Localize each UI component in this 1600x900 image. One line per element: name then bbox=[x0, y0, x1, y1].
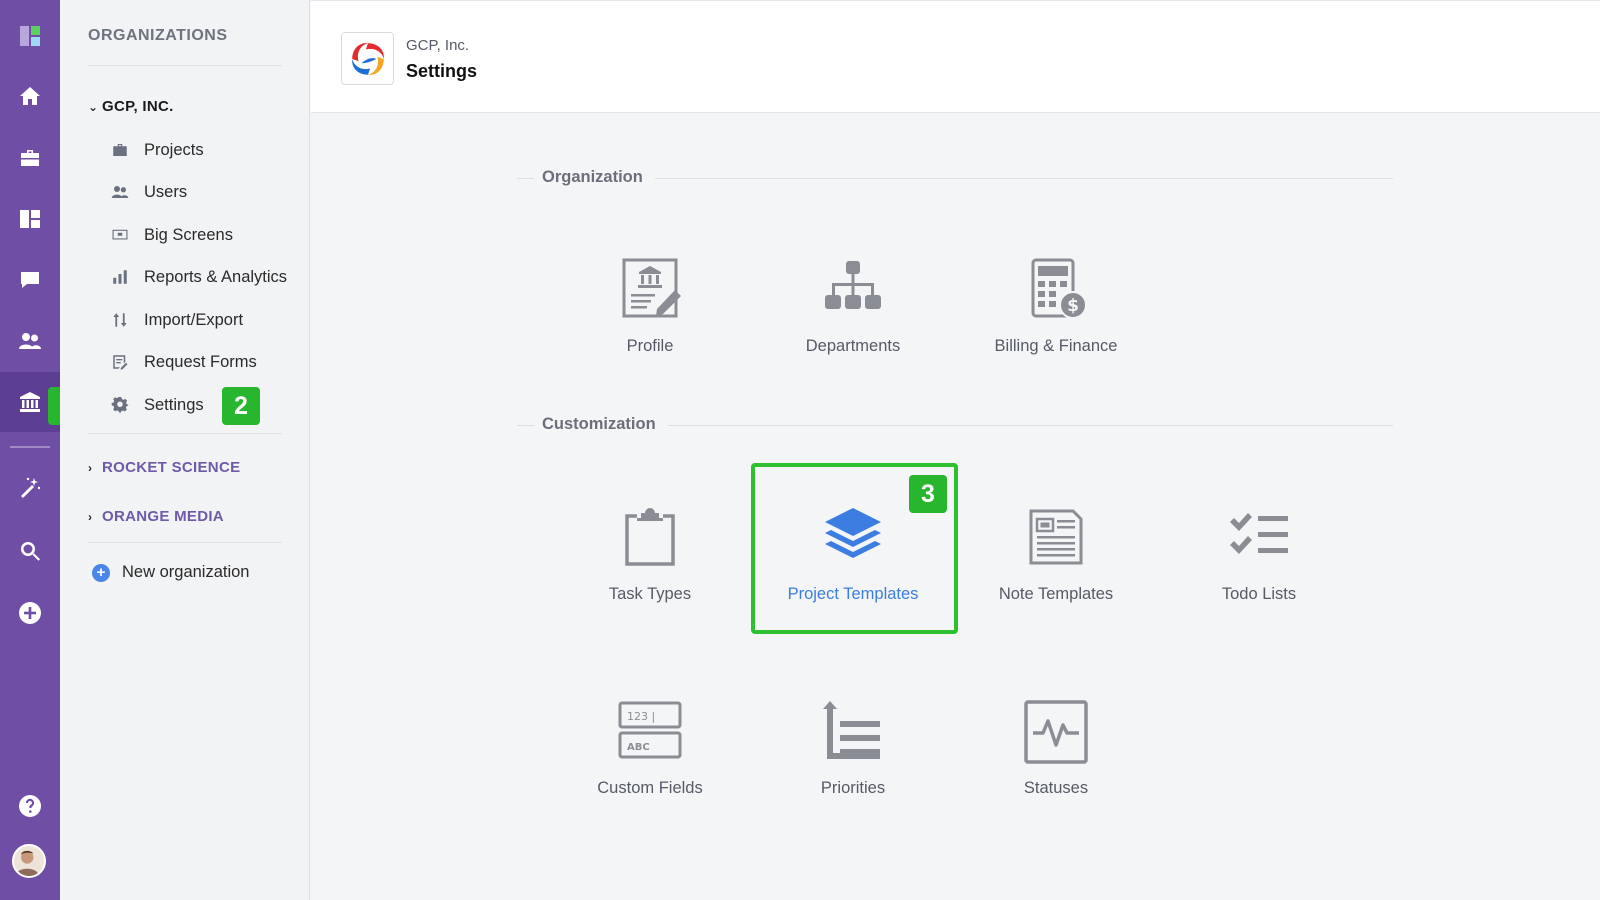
tile-priorities[interactable]: Priorities bbox=[753, 697, 953, 857]
tile-custom-fields[interactable]: 123 | ABC Custom Fields bbox=[550, 697, 750, 857]
search-icon[interactable] bbox=[0, 525, 60, 577]
nav-item-users[interactable]: Users bbox=[110, 177, 187, 207]
section-title-customization: Customization bbox=[534, 415, 668, 434]
nav-item-label: Request Forms bbox=[144, 352, 257, 371]
org-gcp-header[interactable]: ⌄ GCP, INC. bbox=[88, 98, 174, 115]
clipboard-icon bbox=[615, 503, 685, 573]
org-name: GCP, INC. bbox=[102, 98, 174, 115]
divider bbox=[88, 433, 282, 434]
org-orange-media-header[interactable]: › ORANGE MEDIA bbox=[88, 508, 224, 525]
tile-label: Profile bbox=[626, 337, 674, 355]
app-logo-icon[interactable] bbox=[0, 10, 60, 62]
avatar[interactable] bbox=[12, 844, 46, 878]
screen-icon bbox=[110, 225, 130, 245]
dashboard-icon[interactable] bbox=[0, 193, 60, 245]
tile-departments[interactable]: Departments bbox=[753, 255, 953, 415]
gear-icon bbox=[110, 395, 130, 415]
organizations-title: ORGANIZATIONS bbox=[88, 27, 228, 44]
org-name: ROCKET SCIENCE bbox=[102, 459, 241, 476]
step-badge-3: 3 bbox=[909, 475, 947, 513]
chevron-right-icon: › bbox=[88, 460, 93, 475]
nav-item-label: Projects bbox=[144, 140, 204, 159]
tile-label: Note Templates bbox=[998, 585, 1114, 603]
new-organization-button[interactable]: + New organization bbox=[92, 563, 250, 582]
tile-label: Departments bbox=[805, 337, 901, 355]
users-icon[interactable] bbox=[0, 315, 60, 367]
nav-item-label: Big Screens bbox=[144, 225, 233, 244]
tile-label: Statuses bbox=[1023, 779, 1089, 797]
new-organization-label: New organization bbox=[122, 563, 250, 581]
nav-item-big-screens[interactable]: Big Screens bbox=[110, 220, 233, 250]
svg-text:ABC: ABC bbox=[627, 742, 650, 753]
profile-doc-icon bbox=[615, 255, 685, 325]
pulse-icon bbox=[1021, 697, 1091, 767]
briefcase-icon[interactable] bbox=[0, 132, 60, 184]
home-icon[interactable] bbox=[0, 70, 60, 122]
custom-fields-icon: 123 | ABC bbox=[615, 697, 685, 767]
calculator-dollar-icon: $ bbox=[1021, 255, 1091, 325]
chat-icon[interactable] bbox=[0, 254, 60, 306]
nav-item-label: Settings bbox=[144, 395, 204, 414]
tile-label: Priorities bbox=[820, 779, 886, 797]
plus-circle-icon: + bbox=[92, 563, 110, 582]
org-rocket-science-header[interactable]: › ROCKET SCIENCE bbox=[88, 459, 240, 476]
form-icon bbox=[110, 352, 130, 372]
rail-divider bbox=[10, 446, 50, 448]
app-rail bbox=[0, 0, 60, 900]
page-title: Settings bbox=[406, 61, 478, 81]
nav-item-projects[interactable]: Projects bbox=[110, 135, 204, 165]
magic-wand-icon[interactable] bbox=[0, 462, 60, 514]
nav-item-label: Reports & Analytics bbox=[144, 267, 288, 286]
nav-item-label: Import/Export bbox=[144, 310, 244, 329]
divider bbox=[88, 542, 282, 543]
tile-statuses[interactable]: Statuses bbox=[956, 697, 1156, 857]
nav-item-import-export[interactable]: Import/Export bbox=[110, 305, 243, 335]
page-header: GCP, Inc. Settings bbox=[311, 0, 1600, 113]
newspaper-icon bbox=[1021, 503, 1091, 573]
nav-item-reports-analytics[interactable]: Reports & Analytics bbox=[110, 262, 287, 292]
nav-item-settings[interactable]: Settings bbox=[110, 390, 204, 420]
svg-text:123 |: 123 | bbox=[627, 710, 655, 723]
tile-task-types[interactable]: Task Types bbox=[550, 503, 750, 663]
bar-chart-icon bbox=[110, 267, 130, 287]
divider bbox=[88, 65, 282, 66]
tile-profile[interactable]: Profile bbox=[550, 255, 750, 415]
org-chart-icon bbox=[818, 255, 888, 325]
help-icon[interactable] bbox=[0, 780, 60, 832]
tile-label: Custom Fields bbox=[597, 779, 703, 797]
tile-todo-lists[interactable]: Todo Lists bbox=[1159, 503, 1359, 663]
section-title-organization: Organization bbox=[534, 168, 655, 187]
import-export-icon bbox=[110, 310, 130, 330]
step-badge-2: 2 bbox=[222, 387, 260, 425]
users-icon bbox=[110, 182, 130, 202]
tile-note-templates[interactable]: Note Templates bbox=[956, 503, 1156, 663]
tile-label: Todo Lists bbox=[1221, 585, 1297, 603]
tile-billing-finance[interactable]: $ Billing & Finance bbox=[956, 255, 1156, 415]
chevron-right-icon: › bbox=[88, 509, 93, 524]
tile-label: Task Types bbox=[608, 585, 692, 603]
priorities-icon bbox=[818, 697, 888, 767]
chevron-down-icon: ⌄ bbox=[88, 99, 99, 114]
tile-label: Billing & Finance bbox=[994, 337, 1118, 355]
nav-item-label: Users bbox=[144, 182, 188, 201]
org-logo bbox=[341, 32, 394, 85]
briefcase-icon bbox=[110, 140, 130, 160]
checklist-icon bbox=[1224, 503, 1294, 573]
add-circle-icon[interactable] bbox=[0, 587, 60, 639]
org-name: ORANGE MEDIA bbox=[102, 508, 224, 525]
organizations-panel: ORGANIZATIONS ⌄ GCP, INC. Projects Users… bbox=[60, 0, 310, 900]
header-org-name: GCP, Inc. bbox=[406, 37, 470, 54]
nav-item-request-forms[interactable]: Request Forms bbox=[110, 347, 257, 377]
svg-text:$: $ bbox=[1067, 296, 1079, 316]
